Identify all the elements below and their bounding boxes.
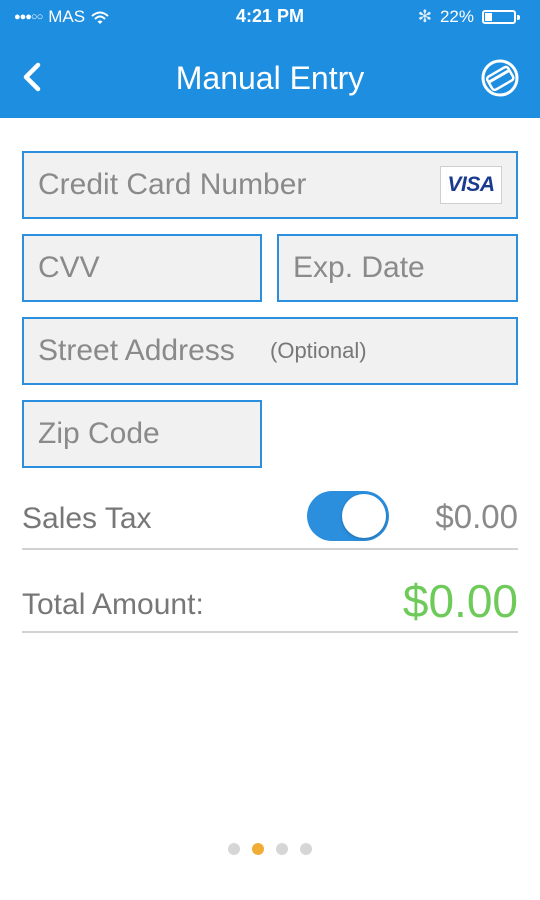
toggle-knob <box>342 494 386 538</box>
total-amount-value: $0.00 <box>402 575 518 627</box>
battery-level-fill <box>485 13 492 21</box>
optional-hint: (Optional) <box>270 338 367 363</box>
app-header: ●●●○○ MAS 4:21 PM ✻ 22% Manual Entry <box>0 0 540 118</box>
divider <box>22 631 518 633</box>
page-indicator <box>0 843 540 855</box>
page-dot-3[interactable] <box>276 843 288 855</box>
zip-code-input[interactable] <box>22 400 262 468</box>
nav-bar: Manual Entry <box>0 36 540 118</box>
page-title: Manual Entry <box>175 60 365 96</box>
exp-date-input[interactable] <box>277 234 518 302</box>
bluetooth-icon: ✻ <box>417 7 432 26</box>
cvv-input[interactable] <box>22 234 262 302</box>
page-dot-4[interactable] <box>300 843 312 855</box>
sales-tax-label: Sales Tax <box>22 502 152 535</box>
battery-percent: 22% <box>439 7 474 26</box>
sales-tax-amount: $0.00 <box>435 498 518 535</box>
total-amount-label: Total Amount: <box>22 588 204 621</box>
divider <box>22 548 518 550</box>
battery-icon <box>482 10 520 24</box>
sales-tax-toggle[interactable] <box>307 491 389 541</box>
page-dot-2[interactable] <box>252 843 264 855</box>
page-dot-1[interactable] <box>228 843 240 855</box>
status-bar: ●●●○○ MAS 4:21 PM ✻ 22% <box>0 0 540 36</box>
visa-card-brand-badge: VISA <box>440 166 502 204</box>
chevron-left-icon[interactable] <box>18 60 48 94</box>
credit-card-icon[interactable] <box>480 58 520 98</box>
battery-info: ✻ 22% <box>417 7 520 27</box>
